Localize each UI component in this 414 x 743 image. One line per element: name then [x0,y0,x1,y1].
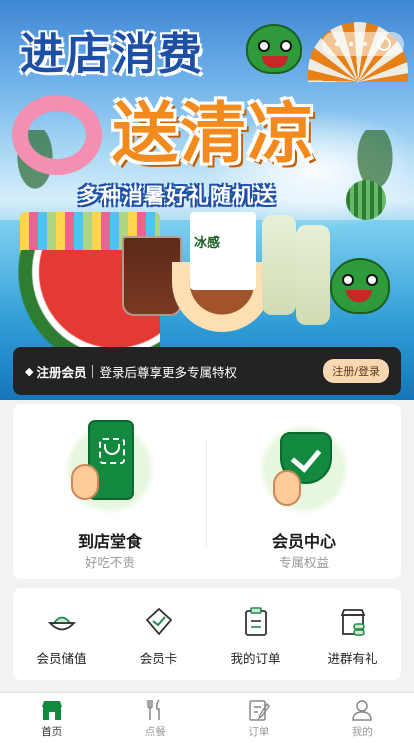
banner-subtitle: 多种消暑好礼随机送 [78,184,276,208]
tab-home[interactable]: 首页 [0,693,104,743]
tab-label: 首页 [41,726,63,738]
dine-in-entry[interactable]: 到店堂食 好吃不贵 [13,404,207,579]
member-center-label: 会员中心 [271,532,336,551]
quick-link-label: 我的订单 [230,651,281,666]
ice-bar-image [262,215,296,315]
quick-links-card: 会员储值 会员卡 我的订单 进群有礼 [13,588,401,680]
banner-title-line2: 送清凉 [112,95,316,172]
register-member-label: 注册会员 [36,364,87,380]
quick-link-label: 会员储值 [36,651,87,666]
tab-mine[interactable]: 我的 [311,693,414,743]
clipboard-icon [244,607,267,636]
card-check-icon [145,607,172,636]
cutlery-icon [147,699,160,720]
mini-program-capsule[interactable] [322,32,404,56]
quick-link-join-group[interactable]: 进群有礼 [304,588,401,680]
register-login-button[interactable]: 注册/登录 [323,359,389,383]
store-group-icon [340,609,365,636]
dine-in-label: 到店堂食 [77,532,142,551]
order-icon [249,700,270,721]
more-dot [335,42,339,46]
tab-order-food[interactable]: 点餐 [104,693,208,743]
home-icon [41,701,62,720]
diamond-icon: ◆ [25,364,34,378]
close-circle-icon [377,37,391,51]
member-login-bar[interactable]: ◆ 注册会员 登录后尊享更多专属特权 注册/登录 [13,347,401,395]
tab-orders[interactable]: 订单 [207,693,311,743]
tab-label: 点餐 [144,726,166,738]
member-center-entry[interactable]: 会员中心 专属权益 [207,404,401,579]
member-promo-text: 登录后尊享更多专属特权 [99,364,237,380]
promo-banner[interactable]: 进店消费 送清凉 多种消暑好礼随机送 冰感 [0,0,414,400]
divider [92,364,94,378]
hand-icon [71,464,99,500]
user-icon [352,700,373,721]
service-card: 到店堂食 好吃不贵 会员中心 专属权益 [13,404,401,579]
more-dot [349,42,353,46]
member-center-subtitle: 专属权益 [278,555,329,570]
tab-label: 我的 [351,726,373,738]
dragon-mascot-icon [246,24,302,74]
banner-title-line1: 进店消费 [20,29,204,80]
swim-ring-icon [12,95,102,175]
ice-cream-box-image: 冰感 [190,212,256,290]
hand-icon [273,470,301,506]
dragon-mascot-icon [330,258,390,314]
watermelon-ball-icon [346,180,386,220]
more-dot [363,42,367,46]
quick-link-label: 会员卡 [139,651,178,666]
ice-bar-image [296,225,330,325]
quick-link-member-card[interactable]: 会员卡 [110,588,207,680]
dine-in-subtitle: 好吃不贵 [84,555,135,570]
bowl-icon [47,616,76,631]
quick-link-stored-value[interactable]: 会员储值 [13,588,110,680]
quick-link-my-orders[interactable]: 我的订单 [207,588,304,680]
tab-label: 订单 [248,726,270,738]
quick-link-label: 进群有礼 [327,651,378,666]
bottom-tab-bar: 首页 点餐 订单 我的 [0,692,414,743]
